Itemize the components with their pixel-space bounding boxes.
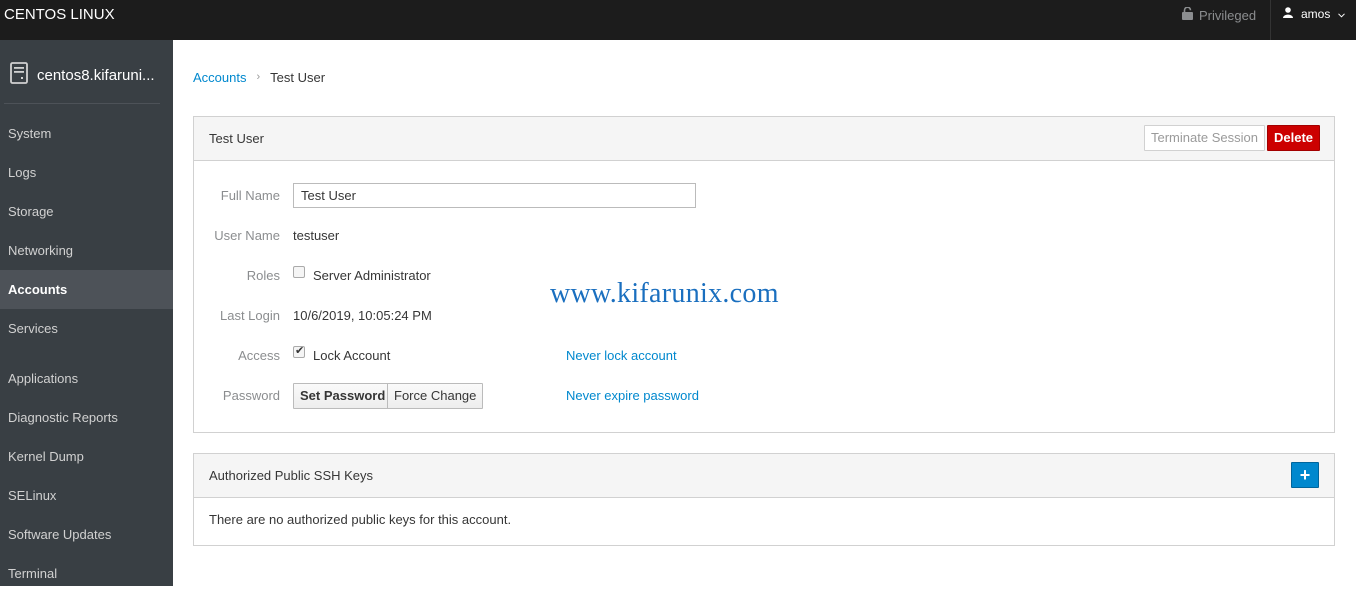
sidebar-item-networking[interactable]: Networking [0, 231, 173, 270]
server-admin-label: Server Administrator [313, 268, 431, 283]
lock-account-label: Lock Account [313, 348, 391, 363]
sidebar-item-logs[interactable]: Logs [0, 153, 173, 192]
sidebar-item-kernel-dump[interactable]: Kernel Dump [0, 437, 173, 476]
ssh-panel-header: Authorized Public SSH Keys + [194, 454, 1334, 498]
sidebar-item-accounts[interactable]: Accounts [0, 270, 173, 309]
last-login-value: 10/6/2019, 10:05:24 PM [293, 308, 432, 323]
sidebar-item-services[interactable]: Services [0, 309, 173, 348]
roles-label: Roles [246, 268, 280, 283]
breadcrumb-accounts-link[interactable]: Accounts [193, 70, 246, 85]
server-icon [10, 62, 28, 88]
lock-account-checkbox[interactable] [293, 344, 305, 358]
user-name-label: User Name [214, 228, 280, 243]
user-panel-header: Test User Terminate Session Delete [194, 117, 1334, 161]
terminate-session-button[interactable]: Terminate Session [1144, 125, 1265, 151]
user-details-panel: Test User Terminate Session Delete Full … [193, 116, 1335, 433]
sidebar-item-selinux[interactable]: SELinux [0, 476, 173, 515]
brand-title: CENTOS LINUX [4, 6, 115, 23]
sidebar-item-software-updates[interactable]: Software Updates [0, 515, 173, 554]
sidebar-item-diagnostic-reports[interactable]: Diagnostic Reports [0, 398, 173, 437]
ssh-empty-message: There are no authorized public keys for … [209, 512, 512, 527]
set-password-button[interactable]: Set Password [293, 383, 393, 409]
sidebar-item-terminal[interactable]: Terminal [0, 554, 173, 593]
ssh-panel-title: Authorized Public SSH Keys [209, 468, 374, 483]
user-name: amos [1301, 7, 1331, 21]
sidebar-divider [4, 103, 160, 104]
navbar-divider [1270, 0, 1271, 40]
sidebar: centos8.kifaruni... System Logs Storage … [0, 40, 173, 586]
main-content: Accounts › Test User Test User Terminate… [173, 40, 1356, 586]
user-icon [1283, 7, 1293, 21]
delete-button[interactable]: Delete [1267, 125, 1321, 151]
privileged-label: Privileged [1199, 7, 1257, 23]
ssh-keys-panel: Authorized Public SSH Keys + There are n… [193, 453, 1335, 546]
breadcrumb-current: Test User [270, 70, 326, 85]
never-expire-password-link[interactable]: Never expire password [566, 388, 699, 403]
last-login-label: Last Login [220, 308, 280, 323]
user-name-value: testuser [293, 228, 340, 243]
host-switcher[interactable]: centos8.kifaruni... [10, 62, 155, 88]
full-name-input[interactable]: Test User [293, 183, 696, 208]
access-label: Access [238, 348, 280, 363]
chevron-down-icon [1338, 7, 1346, 21]
user-menu[interactable]: amos [1283, 7, 1346, 21]
force-change-button[interactable]: Force Change [387, 383, 484, 409]
never-lock-account-link[interactable]: Never lock account [566, 348, 677, 363]
sidebar-item-system[interactable]: System [0, 114, 173, 153]
plus-icon: + [1299, 465, 1311, 485]
breadcrumb: Accounts › Test User [193, 70, 325, 85]
privileged-indicator[interactable]: Privileged [1182, 6, 1257, 23]
top-navbar: CENTOS LINUX Privileged amos [0, 0, 1356, 40]
password-label: Password [222, 388, 280, 403]
full-name-label: Full Name [220, 188, 280, 203]
sidebar-item-applications[interactable]: Applications [0, 359, 173, 398]
user-panel-title: Test User [209, 131, 264, 146]
watermark-text: www.kifarunix.com [550, 278, 779, 309]
breadcrumb-separator: › [256, 71, 261, 83]
add-ssh-key-button[interactable]: + [1291, 462, 1319, 488]
unlock-icon [1182, 6, 1193, 23]
sidebar-item-storage[interactable]: Storage [0, 192, 173, 231]
host-name: centos8.kifaruni... [37, 66, 155, 84]
server-admin-checkbox[interactable] [293, 266, 305, 278]
